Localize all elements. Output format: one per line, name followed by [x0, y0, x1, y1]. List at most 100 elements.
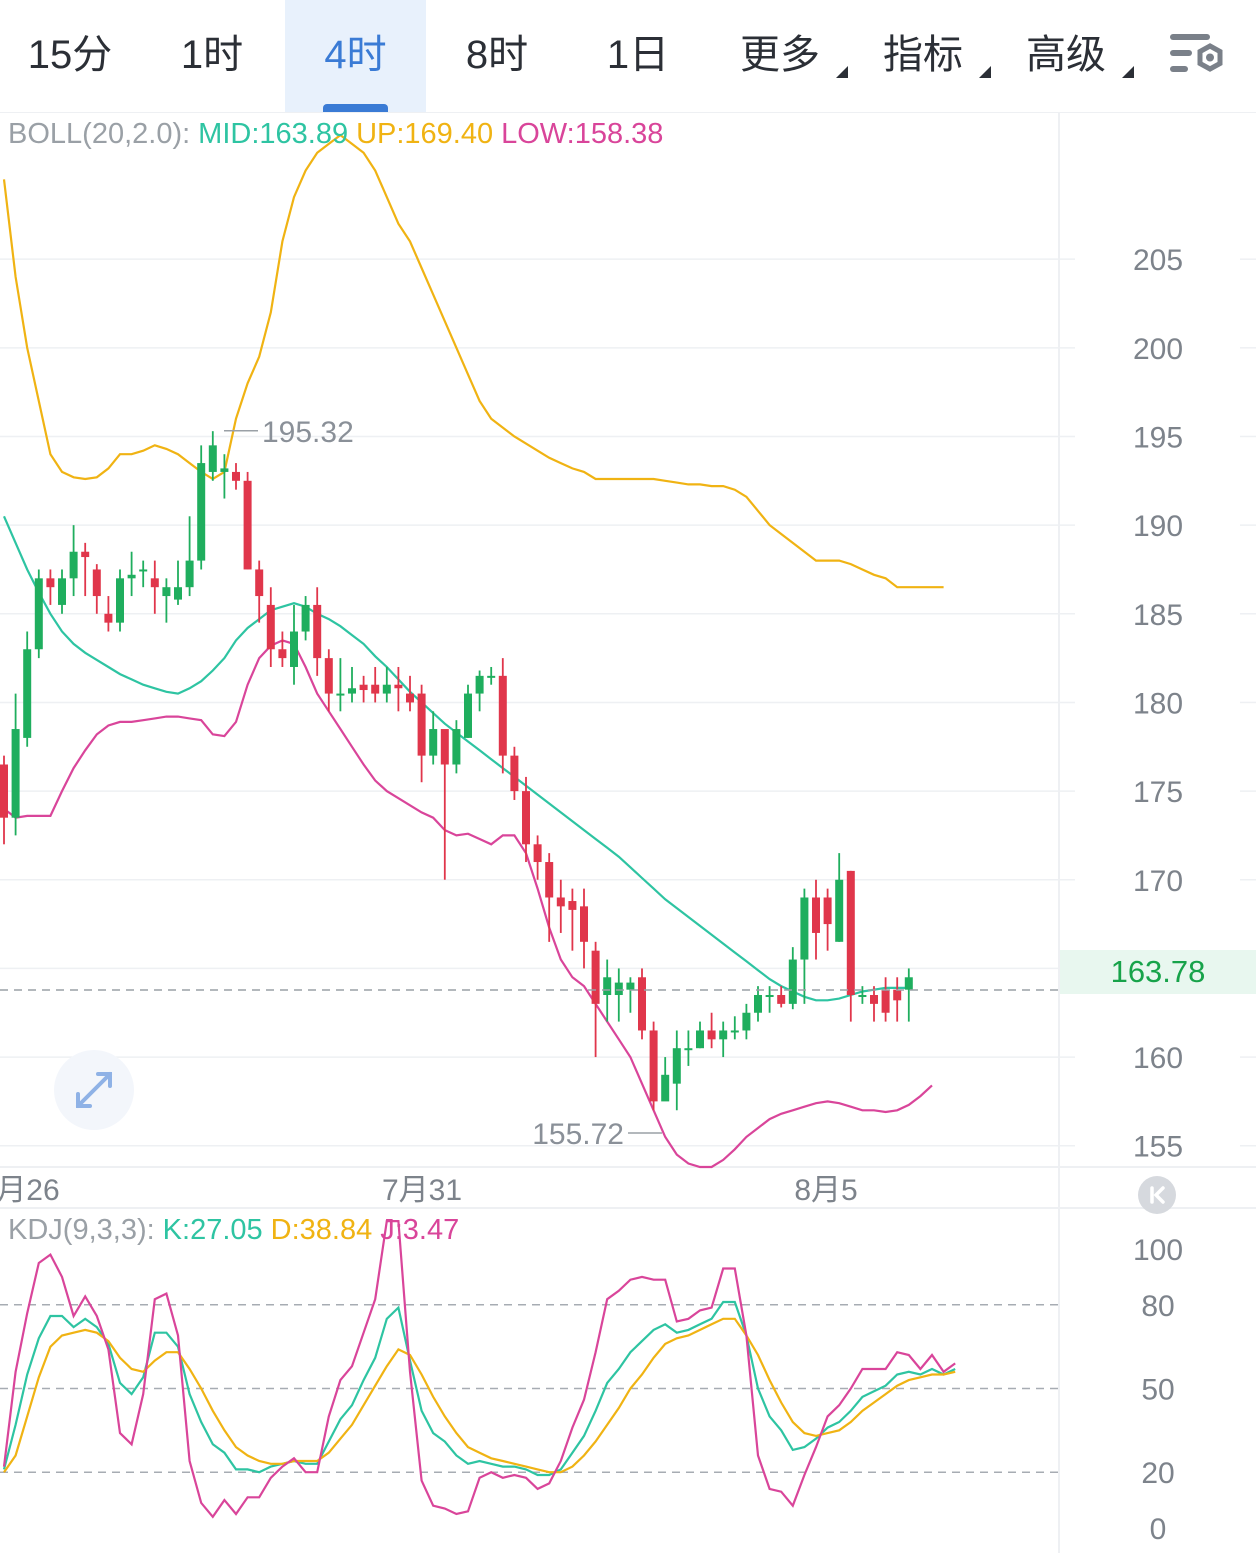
candle-up: [719, 1030, 728, 1040]
candle-down: [150, 578, 159, 588]
candle-down: [522, 791, 530, 845]
candle-down: [533, 844, 542, 863]
dropdown-caret-icon: [1122, 66, 1134, 78]
candle-up: [348, 688, 356, 694]
candle-up: [197, 463, 206, 561]
candle-down: [440, 729, 449, 765]
tab-label: 1时: [180, 33, 244, 77]
tab-label: 高级: [1026, 33, 1106, 77]
candle-up: [614, 982, 623, 996]
min-price-label: 155.72: [532, 1118, 624, 1151]
candle-up: [858, 995, 867, 998]
candle-down: [81, 551, 90, 558]
chart-settings-icon[interactable]: [1166, 28, 1226, 84]
max-price-label: 195.32: [262, 416, 354, 449]
candle-down: [243, 480, 252, 570]
candle-up: [23, 649, 32, 738]
candle-up: [162, 587, 171, 597]
candle-up: [336, 693, 345, 696]
candle-up: [754, 995, 762, 1013]
candle-up: [475, 675, 484, 694]
candle-down: [266, 604, 275, 650]
boll-legend: BOLL(20,2.0): MID:163.89 UP:169.40 LOW:158.…: [8, 118, 671, 151]
candle-up: [800, 897, 809, 960]
candle-up: [116, 578, 124, 623]
candle-up: [696, 1030, 704, 1049]
tab-advanced[interactable]: 高级: [996, 0, 1136, 112]
candle-up: [382, 684, 391, 694]
candle-up: [452, 729, 461, 765]
candle-up: [765, 995, 774, 998]
candle-up: [429, 729, 438, 756]
boll-up: UP:169.40: [356, 118, 494, 150]
candle-up: [139, 569, 148, 572]
candle-down: [545, 862, 554, 898]
current-price-tag: 163.78: [1060, 950, 1256, 994]
candle-up: [742, 1012, 751, 1031]
candle-up: [464, 693, 472, 738]
candle-down: [580, 906, 588, 942]
candle-down: [777, 995, 786, 1004]
price-tick-label: 200: [1133, 333, 1183, 366]
collapse-left-icon[interactable]: [1138, 1176, 1176, 1214]
candle-up: [301, 604, 310, 632]
price-tick-label: 180: [1133, 687, 1183, 720]
price-tick-label: 205: [1133, 244, 1183, 277]
candle-up: [34, 578, 43, 650]
price-chart[interactable]: 205200195190185180175170165160155月267月31…: [0, 112, 1256, 1553]
candle-down: [638, 977, 646, 1031]
candle-down: [591, 950, 600, 1004]
candle-down: [46, 578, 55, 588]
tab-indicators[interactable]: 指标: [853, 0, 993, 112]
candle-down: [823, 897, 832, 925]
tab-label: 1日: [606, 33, 670, 77]
boll-mid: MID:163.89: [198, 118, 349, 150]
boll-low: LOW:158.38: [501, 118, 664, 150]
candle-up: [127, 574, 136, 579]
tab-15min[interactable]: 15分: [0, 0, 140, 112]
tab-4h[interactable]: 4时: [285, 0, 426, 112]
price-tick-label: 175: [1133, 776, 1183, 809]
tab-1h[interactable]: 1时: [142, 0, 282, 112]
kdj-tick-label: 50: [1141, 1374, 1174, 1407]
candle-up: [69, 551, 78, 579]
kdj-d-line: [3, 1317, 956, 1474]
candle-down: [0, 764, 8, 818]
candle-down: [556, 897, 565, 907]
date-tick-label: 8月5: [794, 1174, 857, 1207]
candle-up: [661, 1074, 670, 1102]
candle-down: [359, 684, 368, 691]
tab-more[interactable]: 更多: [710, 0, 850, 112]
active-tab-indicator: [323, 104, 388, 112]
tab-label: 4时: [324, 33, 387, 77]
kdj-k: K:27.05: [162, 1214, 263, 1246]
kdj-d: D:38.84: [270, 1214, 373, 1246]
candle-down: [707, 1030, 716, 1040]
candle-down: [371, 684, 380, 694]
candle-down: [255, 569, 264, 597]
candle-down: [893, 989, 902, 1001]
date-tick-label: 7月31: [382, 1174, 462, 1207]
candle-up: [684, 1048, 693, 1051]
candle-down: [649, 1030, 658, 1102]
candle-up: [487, 675, 496, 678]
candle-up: [58, 578, 66, 605]
candle-up: [185, 560, 194, 588]
kdj-j: J:3.47: [380, 1214, 460, 1246]
candle-down: [313, 604, 322, 659]
candle-down: [232, 471, 240, 481]
expand-icon[interactable]: [54, 1050, 134, 1130]
tab-1d[interactable]: 1日: [568, 0, 708, 112]
tab-8h[interactable]: 8时: [427, 0, 567, 112]
candle-down: [568, 901, 577, 910]
kdj-name: KDJ(9,3,3):: [8, 1214, 155, 1246]
boll-up-line: [2, 133, 944, 589]
tab-label: 更多: [740, 33, 820, 77]
candle-up: [904, 977, 913, 990]
dropdown-caret-icon: [836, 66, 848, 78]
candle-up: [672, 1048, 681, 1084]
timeframe-tab-bar: 15分 1时 4时 8时 1日 更多 指标 高级: [0, 0, 1256, 113]
candle-up: [788, 959, 797, 1004]
tab-label: 指标: [883, 33, 963, 77]
candle-down: [92, 569, 101, 597]
